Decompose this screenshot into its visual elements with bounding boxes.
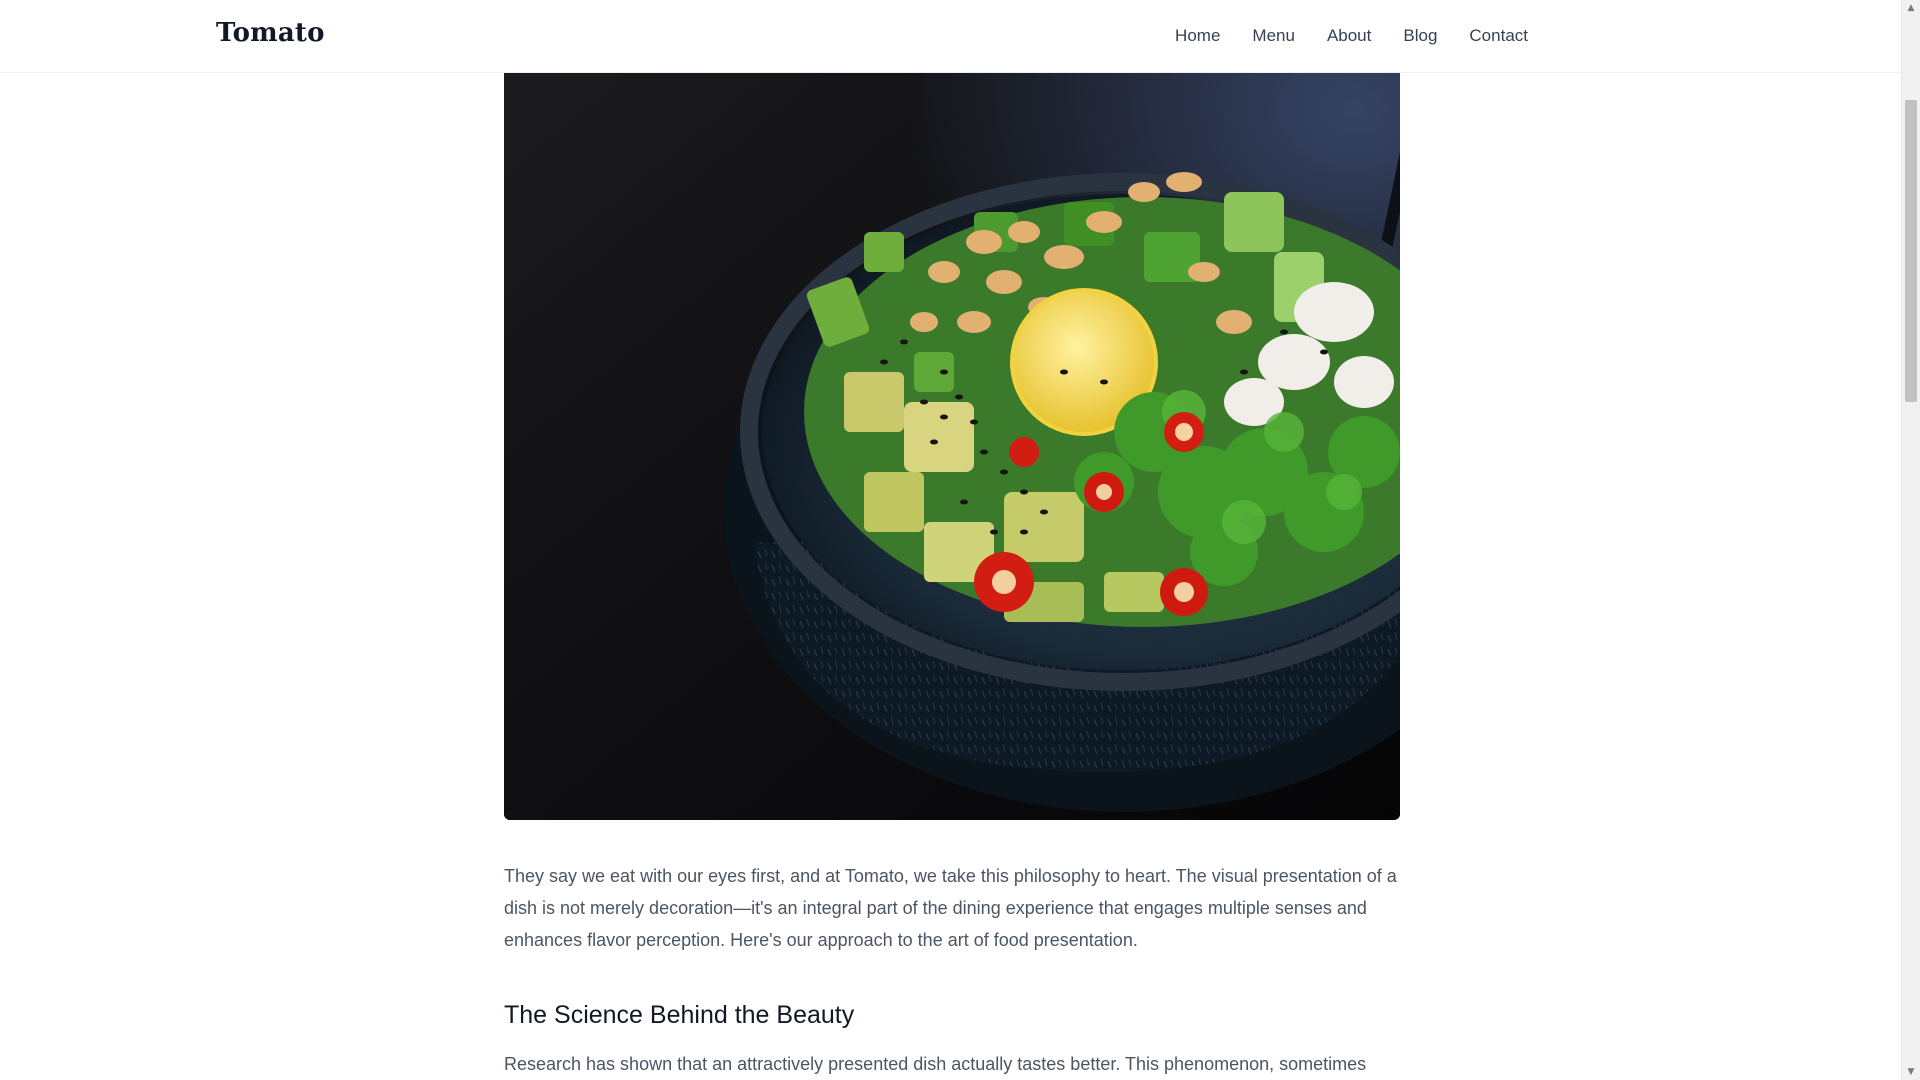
- hero-image: [504, 72, 1400, 820]
- scroll-thumb[interactable]: [1905, 100, 1917, 402]
- site-header: Tomato Home Menu About Blog Contact: [0, 0, 1902, 73]
- nav-item-menu[interactable]: Menu: [1252, 26, 1295, 46]
- site-logo[interactable]: Tomato: [216, 18, 325, 48]
- scroll-up-icon[interactable]: ▲: [1902, 0, 1920, 16]
- vertical-scrollbar[interactable]: ▲ ▼: [1901, 0, 1920, 1080]
- page-viewport: Tomato Home Menu About Blog Contact They…: [0, 0, 1920, 1080]
- blog-article: They say we eat with our eyes first, and…: [504, 860, 1400, 1080]
- nav-item-contact[interactable]: Contact: [1469, 26, 1528, 46]
- section-heading: The Science Behind the Beauty: [504, 1001, 855, 1029]
- salad-bowl-photo: [504, 72, 1400, 820]
- nav-item-about[interactable]: About: [1327, 26, 1371, 46]
- scroll-down-icon[interactable]: ▼: [1902, 1064, 1920, 1080]
- nav-item-blog[interactable]: Blog: [1403, 26, 1437, 46]
- main-nav: Home Menu About Blog Contact: [1175, 26, 1528, 46]
- section-paragraph: Research has shown that an attractively …: [504, 1054, 1367, 1074]
- article-intro: They say we eat with our eyes first, and…: [504, 866, 1397, 950]
- nav-item-home[interactable]: Home: [1175, 26, 1220, 46]
